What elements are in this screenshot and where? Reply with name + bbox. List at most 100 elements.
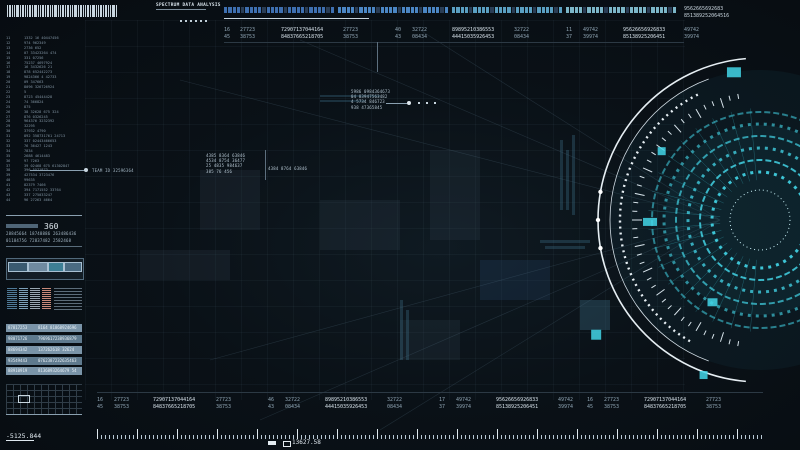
radar-marker-dot (598, 245, 603, 251)
segment-cell (279, 7, 283, 13)
barcode-bar (90, 5, 91, 17)
segment-cell (469, 7, 473, 13)
chip-row[interactable]: 93549443 0762387232635463 (6, 357, 82, 365)
barcode-bar (80, 5, 82, 17)
list-item-value: 96 27263 4664 (24, 197, 53, 202)
table-cell: 85138925206451 (623, 34, 666, 40)
segment-cell (322, 7, 326, 13)
barcode-bar (16, 5, 19, 17)
chip-block (8, 262, 28, 272)
segment-cell (456, 7, 460, 13)
table-cell: 27723 (216, 397, 232, 403)
table-cell: 43 (395, 34, 402, 40)
barcode-bar (116, 5, 117, 17)
header-subline (156, 9, 206, 10)
segment-cell (511, 7, 515, 13)
segment-cell (389, 7, 393, 13)
chip-row[interactable]: 87817253 8164 81868924696 (6, 324, 82, 332)
segment-cell (355, 7, 359, 13)
barcode-bar (62, 5, 64, 17)
table-cell: 27723 (240, 27, 256, 33)
table-cell: 84837665218705 (153, 404, 196, 410)
radar-block (657, 147, 666, 156)
left-list-marker-line (30, 170, 85, 171)
center-top-marker (407, 101, 411, 105)
barcode-bar (50, 5, 51, 17)
segment-cell (359, 7, 363, 13)
segment-cell (397, 7, 401, 13)
segment-cell (473, 7, 477, 13)
segment-cell (419, 7, 423, 13)
ruler-cursor[interactable] (268, 441, 276, 445)
center-mid-vertical (265, 150, 266, 180)
segment-cell (494, 7, 498, 13)
segment-cell (427, 7, 431, 13)
table-cell: 08434 (514, 34, 530, 40)
barcode-bar (27, 5, 28, 17)
segment-cell (612, 7, 617, 13)
chip-row-key: 93549443 (8, 358, 28, 363)
segment-cell (545, 7, 550, 13)
left-panel-divider-2 (6, 246, 82, 247)
segment-cell (258, 7, 262, 13)
table-cell: 27723 (114, 397, 130, 403)
left-panel-divider (6, 215, 82, 216)
segment-cell (309, 7, 313, 13)
segment-cell (296, 7, 300, 13)
table-top-row: 45 38753 84837665218705 38753 43 08434 4441503… (0, 34, 800, 40)
barcode-bar (78, 5, 79, 17)
segment-cell (524, 7, 528, 13)
table-cell: 08434 (412, 34, 428, 40)
left-panel-bar (6, 224, 38, 228)
segment-cell (317, 7, 322, 13)
barcode-bar (100, 5, 102, 17)
segment-cell (228, 7, 232, 13)
barcode-bar (74, 5, 77, 17)
spectrum-mini-bars (7, 288, 51, 310)
segment-cell (367, 7, 372, 13)
table-cell: 72907137044164 (281, 27, 324, 33)
barcode-bar (22, 5, 24, 17)
segment-cell (342, 7, 346, 13)
table-cell: 17 (439, 397, 446, 403)
segment-cell (330, 7, 334, 13)
segment-cell (520, 7, 524, 13)
barcode-bar (112, 5, 115, 17)
chip-row-value: 0762387232635463 (38, 358, 77, 363)
table-cell: 45 (224, 34, 231, 40)
table-cell: 85138925206451 (496, 404, 539, 410)
barcode-bar (108, 5, 109, 17)
segment-cell (253, 7, 258, 13)
segment-cell (350, 7, 355, 13)
segment-cell (481, 7, 486, 13)
segment-cell (414, 7, 419, 13)
barcode-bar (103, 5, 104, 17)
segment-cell (410, 7, 414, 13)
table-cell: 16 (97, 397, 104, 403)
mini-grid-line (6, 414, 82, 415)
segment-cell (634, 7, 638, 13)
segment-cell (600, 7, 604, 13)
top-right-value-1: 9562665692683 (684, 6, 724, 12)
segment-cell (326, 7, 330, 13)
segment-cell (372, 7, 376, 13)
segment-cell (338, 7, 342, 13)
table-cell: 95626656926833 (496, 397, 539, 403)
chip-block (28, 262, 48, 272)
table-cell: 49742 (456, 397, 472, 403)
segment-cell (591, 7, 595, 13)
table-cell: 95626656926833 (623, 27, 666, 33)
table-cell: 39974 (684, 34, 700, 40)
chip-row[interactable]: 88910919 8136893264679 54 (6, 367, 82, 375)
table-top-row: 16 27723 72907137044164 27723 40 32722 8989521… (0, 27, 800, 33)
segment-cell (452, 7, 456, 13)
segment-cell (537, 7, 541, 13)
table-cell: 32722 (514, 27, 530, 33)
chip-row[interactable]: 88694342 137262618 32624 (6, 346, 82, 354)
segment-cell (440, 7, 444, 13)
chip-row[interactable]: 98071726 7969617238936879 (6, 335, 82, 343)
segment-cell (642, 7, 647, 13)
chip-block (48, 262, 64, 272)
table-cell: 38753 (216, 404, 232, 410)
barcode-bar (67, 5, 69, 17)
